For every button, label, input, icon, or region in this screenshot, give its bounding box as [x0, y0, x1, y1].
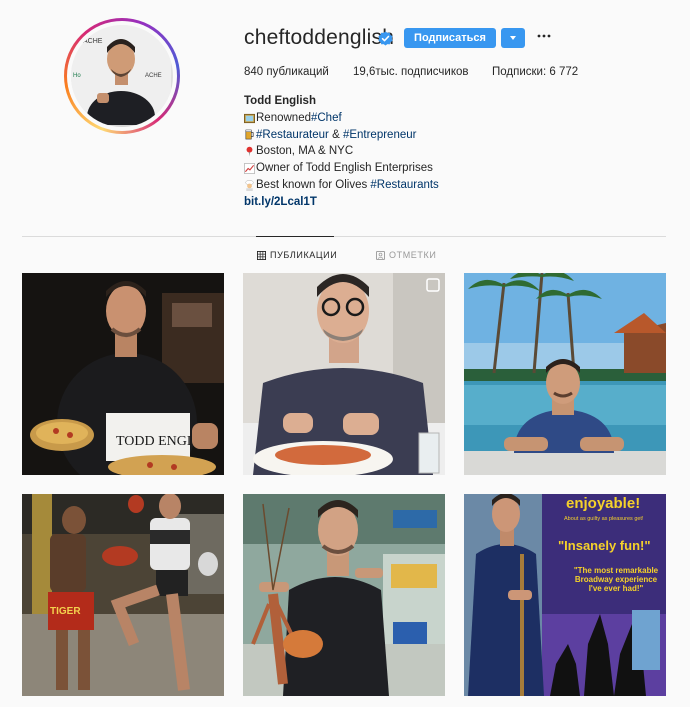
pushpin-icon	[246, 147, 253, 157]
post-6-image: enjoyable! About as guilty as pleasures …	[464, 494, 666, 696]
hashtag-chef-link[interactable]: #Chef	[311, 110, 342, 127]
ellipsis-icon	[537, 34, 551, 38]
profile-avatar-ring[interactable]: ACHE ACHE Ho	[64, 18, 180, 134]
post-thumbnail-3[interactable]	[464, 273, 666, 475]
bio-website-link[interactable]: bit.ly/2Lcal1T	[244, 194, 317, 211]
tab-posts[interactable]: ПУБЛИКАЦИИ	[257, 250, 337, 260]
followers-count[interactable]: 19,6тыс. подписчиков	[353, 66, 469, 78]
shorts-label: TIGER	[50, 606, 81, 617]
svg-text:Ho: Ho	[73, 73, 81, 79]
grid-icon	[257, 250, 266, 260]
follow-button[interactable]: Подписаться	[404, 28, 496, 48]
profile-avatar: ACHE ACHE Ho	[71, 25, 173, 127]
tabs-divider	[22, 236, 666, 237]
chef-cook-icon	[245, 180, 254, 191]
bio-line-3: Boston, MA & NYC	[244, 143, 439, 160]
tagged-user-icon	[376, 250, 385, 260]
svg-text:ACHE: ACHE	[145, 73, 162, 79]
post-3-image	[464, 273, 666, 475]
poster-tagline: About as guilty as pleasures get!	[564, 516, 644, 522]
frame-icon	[244, 113, 255, 123]
posts-count: 840 публикаций	[244, 66, 329, 78]
active-tab-indicator	[256, 236, 334, 237]
svg-text:ACHE: ACHE	[83, 38, 103, 45]
poster-quote-2: "The most remarkable Broadway experience…	[573, 566, 659, 593]
bio-line-4: Owner of Todd English Enterprises	[244, 160, 439, 177]
hashtag-restaurateur-link[interactable]: #Restaurateur	[256, 127, 329, 144]
profile-bio: Todd English Renowned #Chef #Restaurateu…	[244, 93, 439, 211]
suggested-accounts-dropdown-button[interactable]	[501, 28, 525, 48]
bio-line-5: Best known for Olives #Restaurants	[244, 177, 439, 194]
verified-badge-icon	[378, 31, 393, 46]
bio-line-1: Renowned #Chef	[244, 110, 439, 127]
poster-quote-1: "Insanely fun!"	[558, 538, 651, 553]
post-1-image: TODD ENGLISH	[22, 273, 224, 475]
beer-mug-icon	[245, 130, 254, 140]
hashtag-restaurants-link[interactable]: #Restaurants	[370, 177, 438, 194]
chart-increasing-icon	[244, 163, 255, 174]
bio-line-2: #Restaurateur & #Entrepreneur	[244, 127, 439, 144]
post-2-image	[243, 273, 445, 475]
profile-full-name: Todd English	[244, 95, 316, 107]
chevron-down-icon	[510, 36, 516, 40]
more-options-button[interactable]	[536, 27, 552, 45]
post-thumbnail-5[interactable]	[243, 494, 445, 696]
following-count[interactable]: Подписки: 6 772	[492, 66, 578, 78]
hashtag-entrepreneur-link[interactable]: #Entrepreneur	[343, 127, 417, 144]
post-5-image	[243, 494, 445, 696]
post-thumbnail-1[interactable]: TODD ENGLISH	[22, 273, 224, 475]
post-4-image: TIGER	[22, 494, 224, 696]
post-thumbnail-6[interactable]: enjoyable! About as guilty as pleasures …	[464, 494, 666, 696]
poster-headline: enjoyable!	[566, 495, 640, 512]
post-thumbnail-2[interactable]	[243, 273, 445, 475]
profile-username: cheftoddenglish	[244, 26, 395, 49]
tab-tagged[interactable]: ОТМЕТКИ	[376, 250, 436, 260]
avatar-photo: ACHE ACHE Ho	[71, 25, 171, 127]
post-thumbnail-4[interactable]: TIGER	[22, 494, 224, 696]
